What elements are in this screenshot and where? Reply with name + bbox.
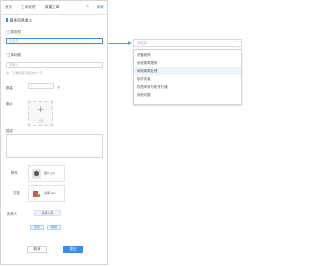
dropdown-option[interactable]: 软件安装 bbox=[134, 75, 241, 83]
cancel-button[interactable]: 取消 bbox=[27, 246, 47, 253]
tab-new-workorder[interactable]: 新建工单 bbox=[45, 5, 59, 10]
close-icon[interactable]: × bbox=[86, 4, 89, 10]
tab-home[interactable]: 首页 bbox=[5, 5, 12, 10]
upload-label: 图片 bbox=[6, 102, 13, 106]
section-title: 基本信息录入 bbox=[6, 18, 32, 24]
assignee-label: 负责人 bbox=[7, 212, 18, 216]
qty-unit: 个 bbox=[57, 86, 61, 90]
image-thumbnail bbox=[32, 169, 41, 179]
section-title-text: 基本信息录入 bbox=[9, 18, 33, 23]
dropdown-input[interactable]: 请选择 ⌃ bbox=[133, 39, 242, 47]
desc-label: 描述 bbox=[6, 129, 13, 133]
qty-label: 数量 bbox=[6, 86, 13, 90]
section-marker bbox=[6, 18, 8, 22]
title-hint: 注：工单标题不超过50个字 bbox=[6, 71, 43, 75]
form-panel: 首页 工单管理 新建工单 × 刷新 基本信息录入 *工单类型 请选择 ⌄ *工单标… bbox=[0, 0, 108, 265]
attachment-name: 图片.jpg bbox=[44, 171, 55, 175]
dropdown-option[interactable]: 系统故障报修 bbox=[134, 59, 241, 67]
title-input[interactable]: 请输入 bbox=[6, 62, 103, 68]
dropdown-option-highlighted[interactable]: 网络故障处理 bbox=[134, 67, 241, 75]
add-button[interactable]: 添加 bbox=[30, 225, 44, 230]
arrow-right-icon bbox=[128, 41, 132, 45]
qty-input[interactable]: 1 bbox=[28, 83, 54, 89]
chevron-down-icon: ⌄ bbox=[97, 39, 100, 43]
description-textarea[interactable] bbox=[6, 134, 103, 158]
attachment-card-image[interactable]: 图片.jpg bbox=[28, 165, 65, 182]
attachment-name: 说明.doc bbox=[44, 191, 56, 195]
tab-workorders[interactable]: 工单管理 bbox=[21, 5, 35, 10]
attachment-card-doc[interactable]: 说明.doc bbox=[28, 185, 65, 202]
type-label: *工单类型 bbox=[6, 30, 21, 34]
dropdown-option[interactable]: 权限申请与账号开通 bbox=[134, 83, 241, 91]
tab-bar: 首页 工单管理 新建工单 × 刷新 bbox=[1, 1, 107, 15]
refresh-link[interactable]: 刷新 bbox=[97, 5, 104, 10]
image-upload-box[interactable]: + 上传 bbox=[28, 101, 53, 126]
upload-caption: 上传 bbox=[37, 119, 44, 123]
assignee-select[interactable]: 选择人员 bbox=[34, 210, 61, 216]
delete-button[interactable]: 删除 bbox=[47, 225, 61, 230]
attach1-label: 附件 bbox=[11, 171, 18, 175]
title-label: *工单标题 bbox=[6, 53, 21, 57]
connector-line bbox=[108, 43, 130, 44]
plus-icon: + bbox=[37, 104, 44, 116]
submit-button[interactable]: 提交 bbox=[63, 246, 83, 253]
dropdown-option[interactable]: 设备维修 bbox=[134, 51, 241, 59]
dropdown-option[interactable]: 其他问题 bbox=[134, 91, 241, 99]
document-icon bbox=[32, 189, 41, 199]
chevron-up-icon: ⌃ bbox=[234, 40, 238, 45]
attach2-label: 文档 bbox=[13, 191, 20, 195]
type-select[interactable]: 请选择 ⌄ bbox=[6, 38, 103, 44]
screenshot-root: 首页 工单管理 新建工单 × 刷新 基本信息录入 *工单类型 请选择 ⌄ *工单标… bbox=[0, 0, 247, 267]
dropdown-list: 设备维修 系统故障报修 网络故障处理 软件安装 权限申请与账号开通 其他问题 bbox=[133, 49, 242, 105]
